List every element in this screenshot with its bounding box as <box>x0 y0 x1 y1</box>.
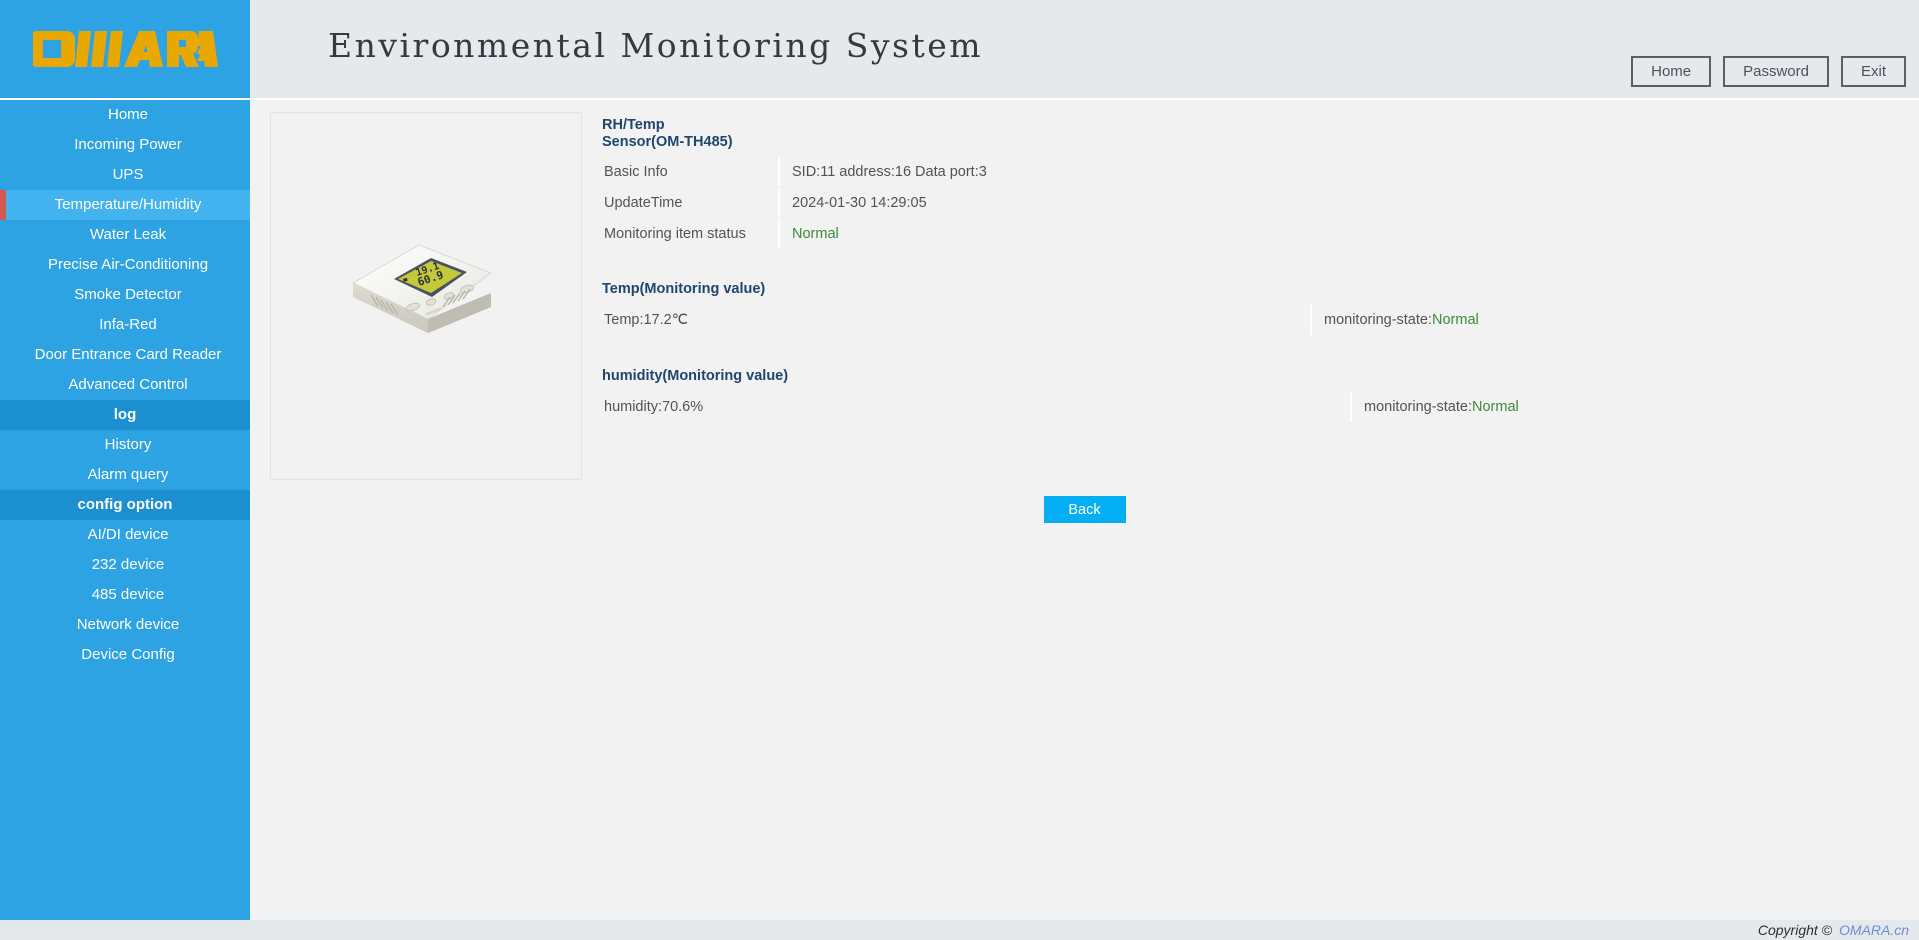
back-button[interactable]: Back <box>1044 496 1126 523</box>
header-home-button[interactable]: Home <box>1631 56 1711 87</box>
action-bar: Back <box>250 496 1919 523</box>
sidebar-item-temperature-humidity[interactable]: Temperature/Humidity <box>6 190 250 220</box>
sidebar-section-config-option: config option <box>0 490 250 520</box>
temp-value: Temp:17.2℃ <box>592 304 1312 335</box>
humidity-value-table: humidity:70.6% monitoring-state:Normal <box>592 389 1902 424</box>
sidebar-section-log: log <box>0 400 250 430</box>
header-exit-button[interactable]: Exit <box>1841 56 1906 87</box>
sidebar-item-ai-di-device[interactable]: AI/DI device <box>6 520 250 550</box>
basic-info-table: Basic Info SID:11 address:16 Data port:3… <box>592 155 1902 250</box>
sidebar-item-ups[interactable]: UPS <box>6 160 250 190</box>
row-value-basic-info: SID:11 address:16 Data port:3 <box>780 157 1902 186</box>
temp-monitoring-state: monitoring-state:Normal <box>1312 304 1902 335</box>
sidebar-item-smoke-detector[interactable]: Smoke Detector <box>6 280 250 310</box>
device-image-panel: 19.1 60.9 <box>270 112 582 480</box>
row-label-monitoring-item-status: Monitoring item status <box>592 219 780 248</box>
sidebar-item-advanced-control[interactable]: Advanced Control <box>6 370 250 400</box>
device-detail-panel: RH/Temp Sensor(OM-TH485) Basic Info SID:… <box>592 112 1902 480</box>
page-header: Environmental Monitoring System Home Pas… <box>0 0 1919 98</box>
sidebar-navigation: Home Incoming Power UPS Temperature/Humi… <box>0 100 250 920</box>
table-row: humidity:70.6% monitoring-state:Normal <box>592 391 1902 422</box>
sidebar-item-485-device[interactable]: 485 device <box>6 580 250 610</box>
section-spacer <box>592 250 1902 276</box>
table-row: Temp:17.2℃ monitoring-state:Normal <box>592 304 1902 335</box>
humidity-state-value: Normal <box>1472 399 1519 415</box>
sidebar-item-infa-red[interactable]: Infa-Red <box>6 310 250 340</box>
row-value-monitoring-item-status: Normal <box>780 219 1902 248</box>
device-detail-row: 19.1 60.9 <box>270 112 1902 480</box>
status-badge: Normal <box>792 226 839 242</box>
sidebar-item-incoming-power[interactable]: Incoming Power <box>6 130 250 160</box>
main-content: 19.1 60.9 <box>250 100 1919 920</box>
section-spacer <box>592 337 1902 363</box>
temp-state-value: Normal <box>1432 312 1479 328</box>
device-title: RH/Temp Sensor(OM-TH485) <box>592 112 752 155</box>
page-footer: Copyright © OMARA.cn <box>0 920 1919 940</box>
omara-logo-icon <box>33 25 218 73</box>
sidebar-item-history[interactable]: History <box>6 430 250 460</box>
humidity-value: humidity:70.6% <box>592 391 1352 422</box>
sidebar-item-precise-air-conditioning[interactable]: Precise Air-Conditioning <box>6 250 250 280</box>
sidebar-item-alarm-query[interactable]: Alarm query <box>6 460 250 490</box>
table-row: Basic Info SID:11 address:16 Data port:3 <box>592 157 1902 186</box>
temperature-humidity-sensor-image: 19.1 60.9 <box>331 221 521 371</box>
table-row: UpdateTime 2024-01-30 14:29:05 <box>592 188 1902 217</box>
row-label-basic-info: Basic Info <box>592 157 780 186</box>
sidebar-item-home[interactable]: Home <box>6 100 250 130</box>
table-row: Monitoring item status Normal <box>592 219 1902 248</box>
humidity-state-label: monitoring-state: <box>1364 399 1472 415</box>
temp-state-label: monitoring-state: <box>1324 312 1432 328</box>
sidebar-item-232-device[interactable]: 232 device <box>6 550 250 580</box>
temp-value-table: Temp:17.2℃ monitoring-state:Normal <box>592 302 1902 337</box>
sidebar-item-door-entrance-card-reader[interactable]: Door Entrance Card Reader <box>6 340 250 370</box>
copyright-text: Copyright © <box>1758 922 1832 938</box>
omara-website-link[interactable]: OMARA.cn <box>1839 922 1909 938</box>
page-title: Environmental Monitoring System <box>328 26 983 65</box>
header-button-group: Home Password Exit <box>1631 56 1906 87</box>
row-value-update-time: 2024-01-30 14:29:05 <box>780 188 1902 217</box>
brand-logo[interactable] <box>0 0 250 98</box>
row-label-update-time: UpdateTime <box>592 188 780 217</box>
sidebar-item-network-device[interactable]: Network device <box>6 610 250 640</box>
humidity-section-title: humidity(Monitoring value) <box>592 363 1902 389</box>
humidity-monitoring-state: monitoring-state:Normal <box>1352 391 1902 422</box>
sidebar-item-water-leak[interactable]: Water Leak <box>6 220 250 250</box>
header-password-button[interactable]: Password <box>1723 56 1829 87</box>
sidebar-item-device-config[interactable]: Device Config <box>6 640 250 670</box>
application-window: Environmental Monitoring System Home Pas… <box>0 0 1919 940</box>
temp-section-title: Temp(Monitoring value) <box>592 276 1902 302</box>
